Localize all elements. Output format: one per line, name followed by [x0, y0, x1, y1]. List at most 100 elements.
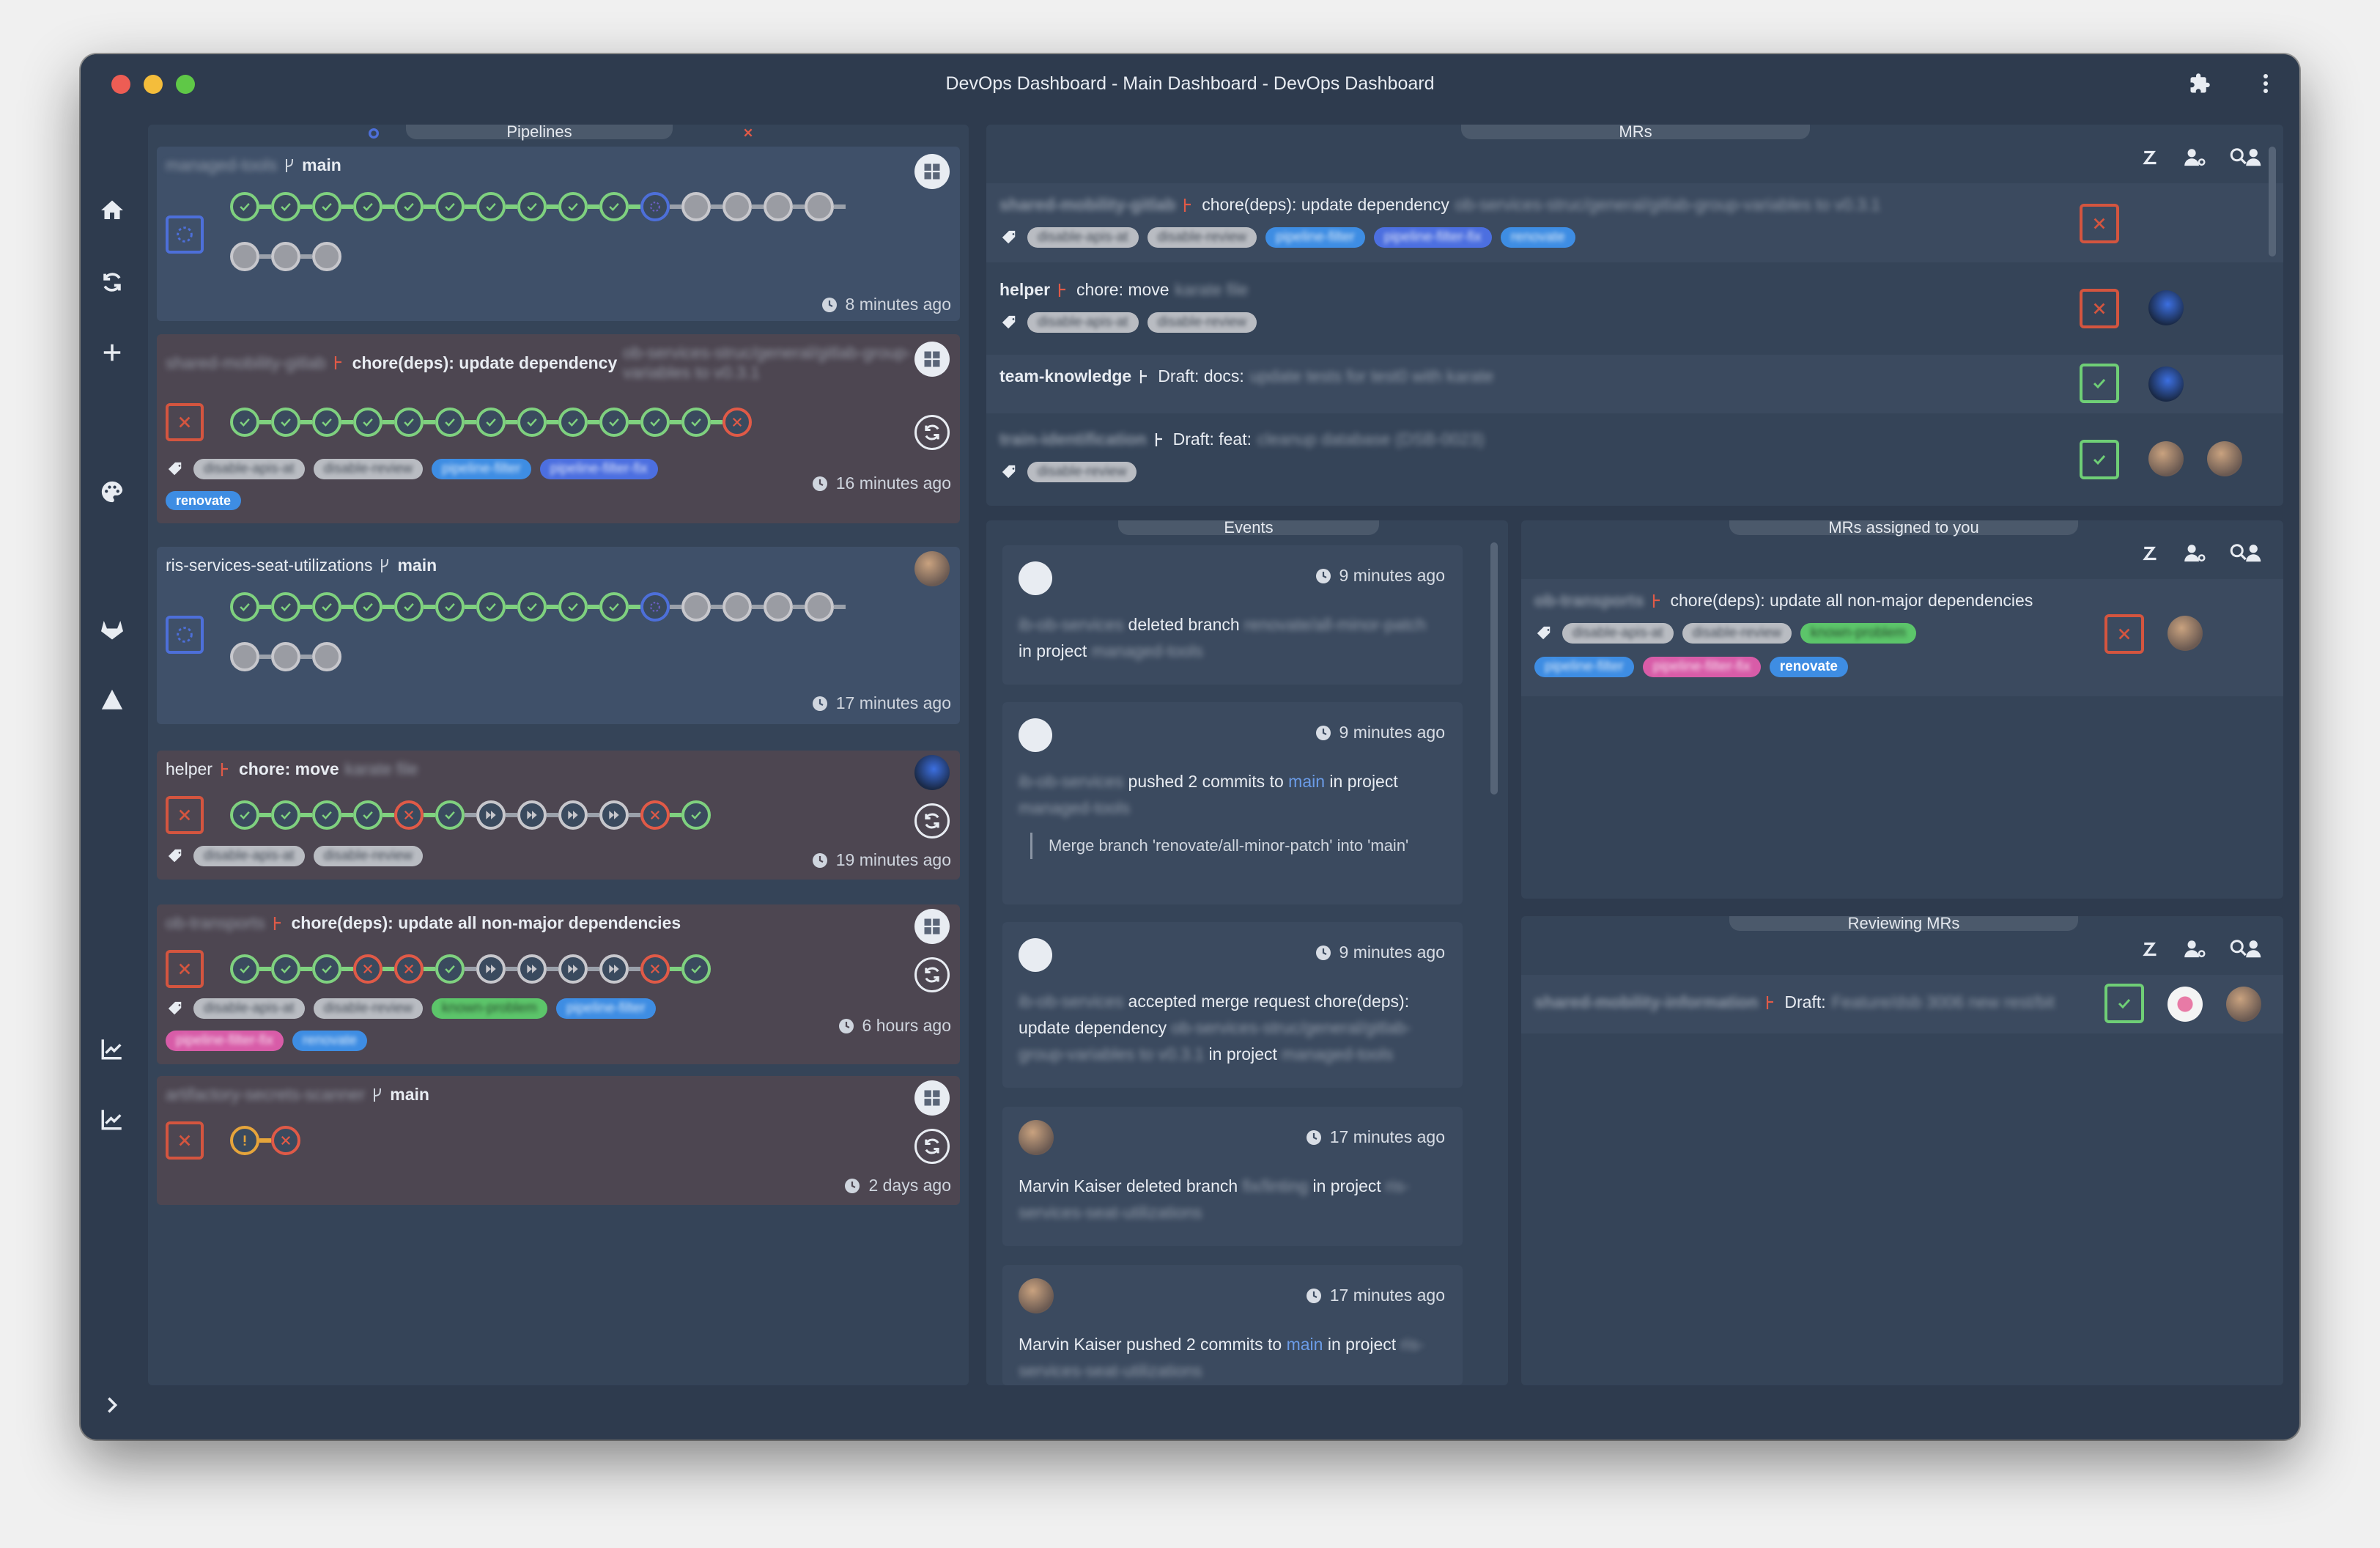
stage-success-icon[interactable] — [435, 954, 465, 984]
avatar[interactable] — [914, 551, 950, 586]
event-actor[interactable]: ib-ob-services — [1019, 772, 1123, 791]
label-badge[interactable]: renovate — [292, 1031, 367, 1051]
renovate-badge[interactable]: renovate — [1769, 657, 1848, 677]
stage-success-icon[interactable] — [599, 192, 629, 221]
stage-failed-icon[interactable] — [271, 1126, 300, 1155]
stage-success-icon[interactable] — [517, 592, 547, 622]
plus-icon[interactable] — [95, 336, 129, 369]
pipeline-card[interactable]: helper chore: move karate file disable-a… — [157, 751, 960, 880]
mr-title[interactable]: chore: move — [1076, 280, 1169, 300]
pipeline-card[interactable]: artifactory-secrets-scanner main 2 days … — [157, 1076, 960, 1205]
stage-warning-icon[interactable] — [230, 1126, 259, 1155]
avatar[interactable] — [2168, 616, 2203, 651]
label-badge[interactable]: pipeline-filter-fix — [1373, 227, 1492, 248]
project-name[interactable]: managed-tools — [166, 155, 277, 175]
label-badge[interactable]: disable-review — [313, 998, 424, 1019]
retry-icon[interactable] — [914, 415, 950, 450]
project-name[interactable]: shared-mobility-gitlab — [166, 353, 326, 373]
stage-success-icon[interactable] — [476, 408, 506, 437]
label-badge[interactable]: disable-apis-at — [1027, 227, 1139, 248]
stage-success-icon[interactable] — [435, 408, 465, 437]
reviewing-mrs-tab[interactable]: Reviewing MRs — [1729, 916, 2078, 932]
stage-success-icon[interactable] — [312, 954, 341, 984]
sync-icon[interactable] — [95, 265, 129, 299]
stage-failed-icon[interactable] — [722, 408, 752, 437]
stage-success-icon[interactable] — [312, 592, 341, 622]
event-project[interactable]: managed-tools — [1282, 1044, 1393, 1064]
mrs-tab[interactable]: MRs — [1461, 125, 1810, 141]
stage-running-icon[interactable] — [640, 192, 670, 221]
zoom-window-button[interactable] — [176, 75, 195, 94]
stage-success-icon[interactable] — [353, 192, 382, 221]
project-name[interactable]: ris-services-seat-utilizations — [166, 556, 372, 575]
pipelines-tab[interactable]: Pipelines — [406, 125, 673, 141]
label-badge[interactable]: disable-apis-at — [193, 459, 305, 479]
stage-skipped-icon[interactable] — [476, 800, 506, 830]
gitlab-project-icon[interactable] — [914, 342, 950, 377]
mr-title[interactable]: Draft: feat: — [1173, 430, 1252, 449]
stage-success-icon[interactable] — [394, 592, 424, 622]
event-branch-link[interactable]: main — [1287, 1335, 1323, 1354]
pipeline-status-running[interactable] — [166, 215, 204, 254]
pipeline-status-success[interactable] — [2104, 984, 2144, 1023]
user-settings-icon[interactable] — [2184, 938, 2207, 960]
assigned-mrs-tab[interactable]: MRs assigned to you — [1729, 520, 2078, 537]
pipeline-status-failed[interactable] — [2080, 289, 2119, 328]
label-badge[interactable]: disable-review — [1147, 312, 1257, 333]
label-badge[interactable]: pipeline-filter — [555, 998, 656, 1019]
stage-success-icon[interactable] — [353, 800, 382, 830]
label-badge[interactable]: disable-apis-at — [1562, 623, 1674, 644]
mr-project[interactable]: shared-mobility-information — [1534, 992, 1758, 1012]
stage-skipped-icon[interactable] — [558, 954, 588, 984]
pipeline-status-failed[interactable] — [2080, 204, 2119, 243]
event-item[interactable]: 9 minutes ago ib-ob-services accepted me… — [1002, 922, 1463, 1088]
stage-pending-icon[interactable] — [230, 642, 259, 671]
stage-success-icon[interactable] — [517, 408, 547, 437]
stage-success-icon[interactable] — [312, 192, 341, 221]
label-badge[interactable]: known-problem — [432, 998, 547, 1019]
avatar[interactable] — [914, 755, 950, 790]
search-user-icon[interactable] — [2229, 542, 2261, 564]
stage-success-icon[interactable] — [435, 592, 465, 622]
gitlab-project-icon[interactable] — [914, 154, 950, 189]
gitlab-project-icon[interactable] — [914, 909, 950, 944]
user-settings-icon[interactable] — [2184, 542, 2207, 564]
mr-title[interactable]: Draft: docs: — [1158, 366, 1244, 386]
scrollbar[interactable] — [1490, 542, 1498, 795]
stage-failed-icon[interactable] — [640, 954, 670, 984]
stage-success-icon[interactable] — [599, 592, 629, 622]
stage-success-icon[interactable] — [681, 954, 711, 984]
close-window-button[interactable] — [111, 75, 130, 94]
mr-item[interactable]: shared-mobility-information Draft: Featu… — [1521, 975, 2283, 1033]
pipeline-card[interactable]: ris-services-seat-utilizations main 17 m… — [157, 547, 960, 724]
stage-success-icon[interactable] — [681, 800, 711, 830]
stage-pending-icon[interactable] — [805, 192, 834, 221]
puzzle-icon[interactable] — [2185, 69, 2214, 98]
stage-skipped-icon[interactable] — [517, 800, 547, 830]
label-badge[interactable]: pipeline-filter — [1265, 227, 1365, 248]
mr-project[interactable]: helper — [999, 280, 1050, 300]
stage-pending-icon[interactable] — [764, 592, 793, 622]
label-badge[interactable]: disable-review — [1027, 462, 1137, 482]
event-actor[interactable]: Marvin Kaiser — [1019, 1335, 1122, 1354]
stage-success-icon[interactable] — [681, 408, 711, 437]
pipeline-status-failed[interactable] — [166, 950, 204, 988]
stage-success-icon[interactable] — [353, 592, 382, 622]
retry-icon[interactable] — [914, 957, 950, 992]
stage-pending-icon[interactable] — [681, 192, 711, 221]
stage-success-icon[interactable] — [230, 954, 259, 984]
stage-pending-icon[interactable] — [312, 242, 341, 271]
stage-success-icon[interactable] — [558, 408, 588, 437]
pipeline-card[interactable]: shared-mobility-gitlab chore(deps): upda… — [157, 334, 960, 523]
merge-request-icon[interactable] — [2140, 542, 2162, 564]
gitlab-project-icon[interactable] — [914, 1080, 950, 1116]
gitlab-icon[interactable] — [95, 613, 129, 646]
avatar[interactable] — [2226, 987, 2261, 1022]
pipeline-card[interactable]: managed-tools main 8 minutes ago — [157, 147, 960, 321]
mr-item[interactable]: helper chore: move karate file disable-a… — [986, 268, 2283, 347]
event-item[interactable]: 9 minutes ago ib-ob-services deleted bra… — [1002, 545, 1463, 685]
mr-title[interactable]: chore(deps): update dependency — [352, 353, 618, 373]
label-badge[interactable]: disable-apis-at — [1027, 312, 1139, 333]
stage-pending-icon[interactable] — [312, 642, 341, 671]
pipeline-status-failed[interactable] — [166, 1121, 204, 1160]
